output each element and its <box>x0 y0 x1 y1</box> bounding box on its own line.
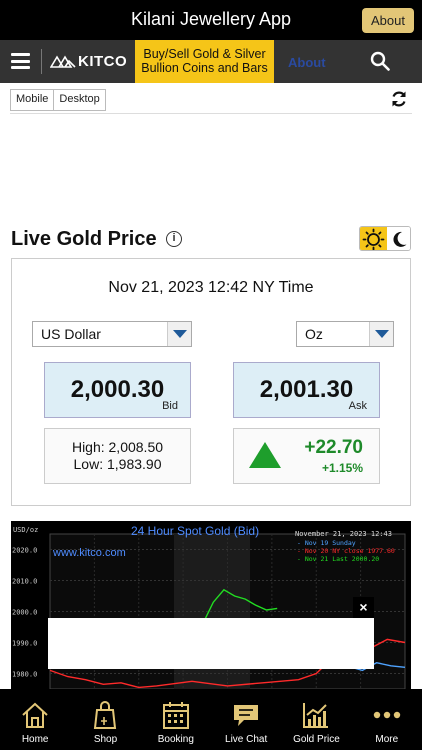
theme-toggle[interactable] <box>359 226 411 251</box>
desktop-view-button[interactable]: Desktop <box>54 89 106 111</box>
app-header: Kilani Jewellery App About <box>0 0 422 40</box>
price-datetime: Nov 21, 2023 12:42 NY Time <box>108 279 314 296</box>
kitco-navbar: KITCO Buy/Sell Gold & Silver Bullion Coi… <box>0 40 422 83</box>
unit-value: Oz <box>305 326 323 342</box>
tab-more[interactable]: More <box>352 689 422 750</box>
bottom-tab-bar: Home Shop Booking Live Chat Gold Price M… <box>0 689 422 750</box>
moon-icon[interactable] <box>387 227 410 250</box>
ask-label: Ask <box>348 400 367 412</box>
currency-select[interactable]: US Dollar <box>32 321 192 347</box>
about-button[interactable]: About <box>362 8 414 33</box>
nav-about-link[interactable]: About <box>288 55 326 70</box>
close-ad-button[interactable]: × <box>353 597 374 618</box>
chart-icon <box>303 703 329 728</box>
tab-label: Shop <box>93 734 118 745</box>
up-arrow-icon <box>249 442 281 468</box>
legend-entry: - Nov 19 Sunday <box>297 539 356 547</box>
tab-home[interactable]: Home <box>0 689 70 750</box>
tab-booking[interactable]: Booking <box>141 689 211 750</box>
legend-entry: - Nov 20 NY close 1977.60 <box>297 547 395 555</box>
y-tick-label: 1990.0 <box>12 640 37 648</box>
promo-line-2: Bullion Coins and Bars <box>141 61 268 75</box>
bid-box: 2,000.30 Bid <box>44 362 191 418</box>
change-amount: +22.70 <box>304 437 363 458</box>
y-tick-label: 2020.0 <box>12 547 37 555</box>
price-panel: Nov 21, 2023 12:42 NY Time US Dollar Oz … <box>11 258 411 506</box>
nav-divider <box>41 49 42 74</box>
y-tick-label: 2000.0 <box>12 609 37 617</box>
tab-gold-price[interactable]: Gold Price <box>281 689 351 750</box>
currency-value: US Dollar <box>41 326 101 342</box>
y-tick-label: 1980.0 <box>12 671 37 679</box>
y-tick-label: 2010.0 <box>12 578 37 586</box>
calendar-icon <box>162 702 189 729</box>
chevron-down-icon <box>167 322 191 346</box>
legend-entry: - Nov 21 Last 2000.20 <box>297 555 379 563</box>
chevron-down-icon <box>369 322 393 346</box>
change-box: +22.70 +1.15% <box>233 428 380 484</box>
search-icon[interactable] <box>370 51 390 71</box>
view-toggle: Mobile Desktop <box>10 89 106 111</box>
page-title: Live Gold Price <box>11 228 157 250</box>
chart-title: 24 Hour Spot Gold (Bid) <box>131 524 259 538</box>
shopping-bag-icon <box>94 701 117 729</box>
more-icon <box>373 711 400 719</box>
change-percent: +1.15% <box>321 461 363 475</box>
tab-live-chat[interactable]: Live Chat <box>211 689 281 750</box>
app-title: Kilani Jewellery App <box>130 9 292 29</box>
kitco-logo[interactable]: KITCO <box>49 53 128 70</box>
kitco-logo-icon <box>49 55 76 68</box>
tab-shop[interactable]: Shop <box>70 689 140 750</box>
info-icon[interactable]: i <box>166 231 182 247</box>
hamburger-menu-icon[interactable] <box>11 53 30 69</box>
chart-watermark: www.kitco.com <box>52 547 126 559</box>
home-icon <box>22 702 48 728</box>
high-value: High: 2,008.50 <box>71 439 164 455</box>
bid-label: Bid <box>162 400 178 412</box>
kitco-logo-text: KITCO <box>78 53 128 70</box>
mobile-view-button[interactable]: Mobile <box>10 89 55 111</box>
tab-label: Live Chat <box>225 734 268 745</box>
chart-date: November 21, 2023 12:43 <box>295 530 392 538</box>
high-low-box: High: 2,008.50 Low: 1,983.90 <box>44 428 191 484</box>
sun-icon[interactable] <box>360 227 387 250</box>
promo-line-1: Buy/Sell Gold & Silver <box>143 47 266 61</box>
unit-select[interactable]: Oz <box>296 321 394 347</box>
ask-box: 2,001.30 Ask <box>233 362 380 418</box>
buy-sell-promo-button[interactable]: Buy/Sell Gold & Silver Bullion Coins and… <box>135 40 274 83</box>
tab-label: More <box>375 734 399 745</box>
divider <box>10 113 412 114</box>
ad-banner[interactable] <box>48 618 374 669</box>
tab-label: Home <box>21 734 49 745</box>
low-value: Low: 1,983.90 <box>73 456 162 472</box>
refresh-icon[interactable] <box>390 90 408 108</box>
y-axis-label: USD/oz <box>13 526 38 534</box>
tab-label: Gold Price <box>293 734 340 745</box>
tab-label: Booking <box>157 734 194 745</box>
chat-icon <box>234 705 259 726</box>
